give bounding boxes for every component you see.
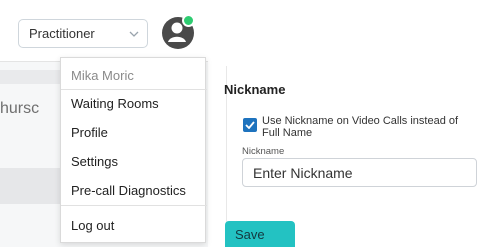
nickname-field-label: Nickname (242, 146, 285, 157)
menu-username: Mika Moric (71, 68, 134, 83)
menu-item-log-out[interactable]: Log out (71, 218, 114, 233)
chevron-down-icon (121, 31, 147, 37)
check-icon (245, 121, 255, 129)
menu-divider (61, 89, 207, 90)
menu-divider (61, 205, 207, 206)
user-menu: Mika Moric Waiting Rooms Profile Setting… (60, 57, 207, 243)
section-title: Nickname (224, 82, 286, 97)
menu-item-profile[interactable]: Profile (71, 125, 108, 140)
role-select-value: Practitioner (29, 26, 95, 41)
menu-item-waiting-rooms[interactable]: Waiting Rooms (71, 96, 159, 111)
save-button[interactable]: Save (225, 221, 295, 247)
menu-item-pre-call-diagnostics[interactable]: Pre-call Diagnostics (71, 183, 186, 198)
nickname-input[interactable] (242, 158, 477, 187)
top-bar: Practitioner (0, 0, 208, 62)
role-select[interactable]: Practitioner (18, 19, 148, 48)
use-nickname-label: Use Nickname on Video Calls instead of F… (262, 115, 459, 139)
online-status-indicator (182, 14, 195, 27)
use-nickname-checkbox[interactable] (243, 118, 257, 132)
background-row (0, 70, 60, 84)
background-partial-text: hursc (0, 100, 40, 117)
menu-item-settings[interactable]: Settings (71, 154, 118, 169)
background-band (0, 168, 60, 204)
